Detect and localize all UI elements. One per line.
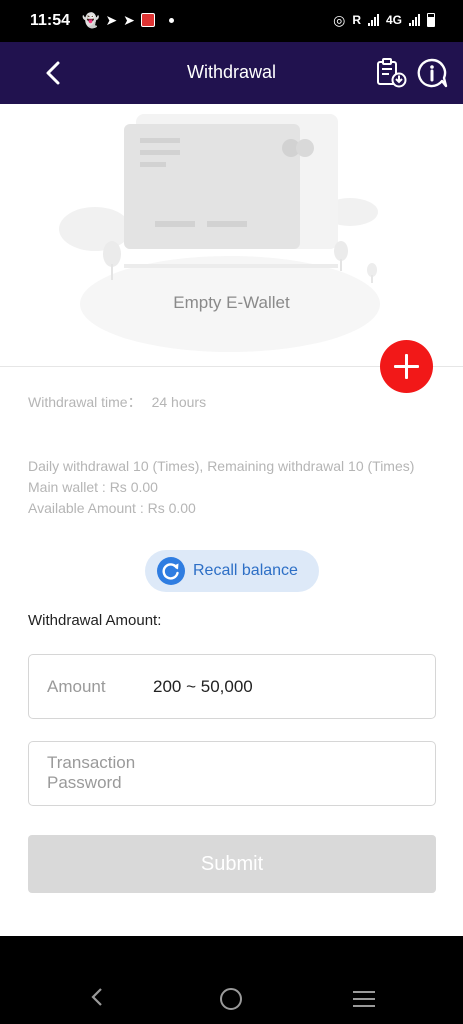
status-bar: 11:54 👻 ➤ ➤ ◎ R 4G [0,0,463,42]
refresh-icon [157,557,185,585]
withdrawal-content: Empty E-Wallet Withdrawal time： 24 hours … [0,104,463,936]
telegram-icon: ➤ [123,12,135,28]
info-button[interactable] [416,57,448,89]
app-header: Withdrawal [0,42,463,104]
withdrawal-time-value: 24 hours [151,394,207,410]
amount-field[interactable]: Amount 200 ~ 50,000 [28,654,436,719]
empty-wallet-text: Empty E-Wallet [173,293,290,312]
transaction-password-label: Transaction Password [47,753,136,792]
withdrawal-records-button[interactable] [375,58,407,88]
app-notification-icon [140,13,155,27]
recall-balance-button[interactable]: Recall balance [145,550,319,592]
nav-home-button[interactable] [220,988,242,1010]
signal-icon [409,14,420,26]
transaction-password-field[interactable]: Transaction Password [28,741,436,806]
empty-wallet-area: Empty E-Wallet [0,104,463,366]
withdrawal-amount-label: Withdrawal Amount: [28,612,162,629]
submit-button[interactable]: Submit [28,835,436,893]
system-icons: ◎ R 4G [333,11,435,29]
nav-recents-button[interactable] [353,991,375,1007]
available-amount-text: Available Amount : Rs 0.00 [28,500,196,516]
clipboard-download-icon [377,58,407,88]
signal-icon [367,14,379,26]
info-chat-icon [417,58,448,88]
hotspot-icon: ◎ [333,12,346,28]
recall-balance-label: Recall balance [193,562,298,579]
snapchat-icon: 👻 [82,12,100,28]
amount-input[interactable]: 200 ~ 50,000 [153,677,253,697]
back-icon [91,988,102,1006]
nav-back-button[interactable] [86,986,108,1008]
withdrawal-time-row: Withdrawal time： 24 hours [28,392,206,413]
network-type-label: 4G [385,13,402,27]
daily-withdrawal-text: Daily withdrawal 10 (Times), Remaining w… [28,458,415,474]
status-time: 11:54 [30,12,71,29]
empty-wallet-illustration [59,114,380,352]
telegram-icon: ➤ [105,12,118,28]
main-wallet-text: Main wallet : Rs 0.00 [28,479,158,495]
withdrawal-time-label: Withdrawal time： [28,394,142,410]
network-label: R [352,13,361,27]
notification-icons: 👻 ➤ ➤ [82,11,174,29]
withdrawal-limits: Daily withdrawal 10 (Times), Remaining w… [28,456,428,519]
add-wallet-button[interactable] [380,340,433,393]
more-notifications-icon [168,17,174,23]
system-nav-bar [0,936,463,1024]
battery-icon [427,13,435,27]
amount-label: Amount [47,677,106,696]
